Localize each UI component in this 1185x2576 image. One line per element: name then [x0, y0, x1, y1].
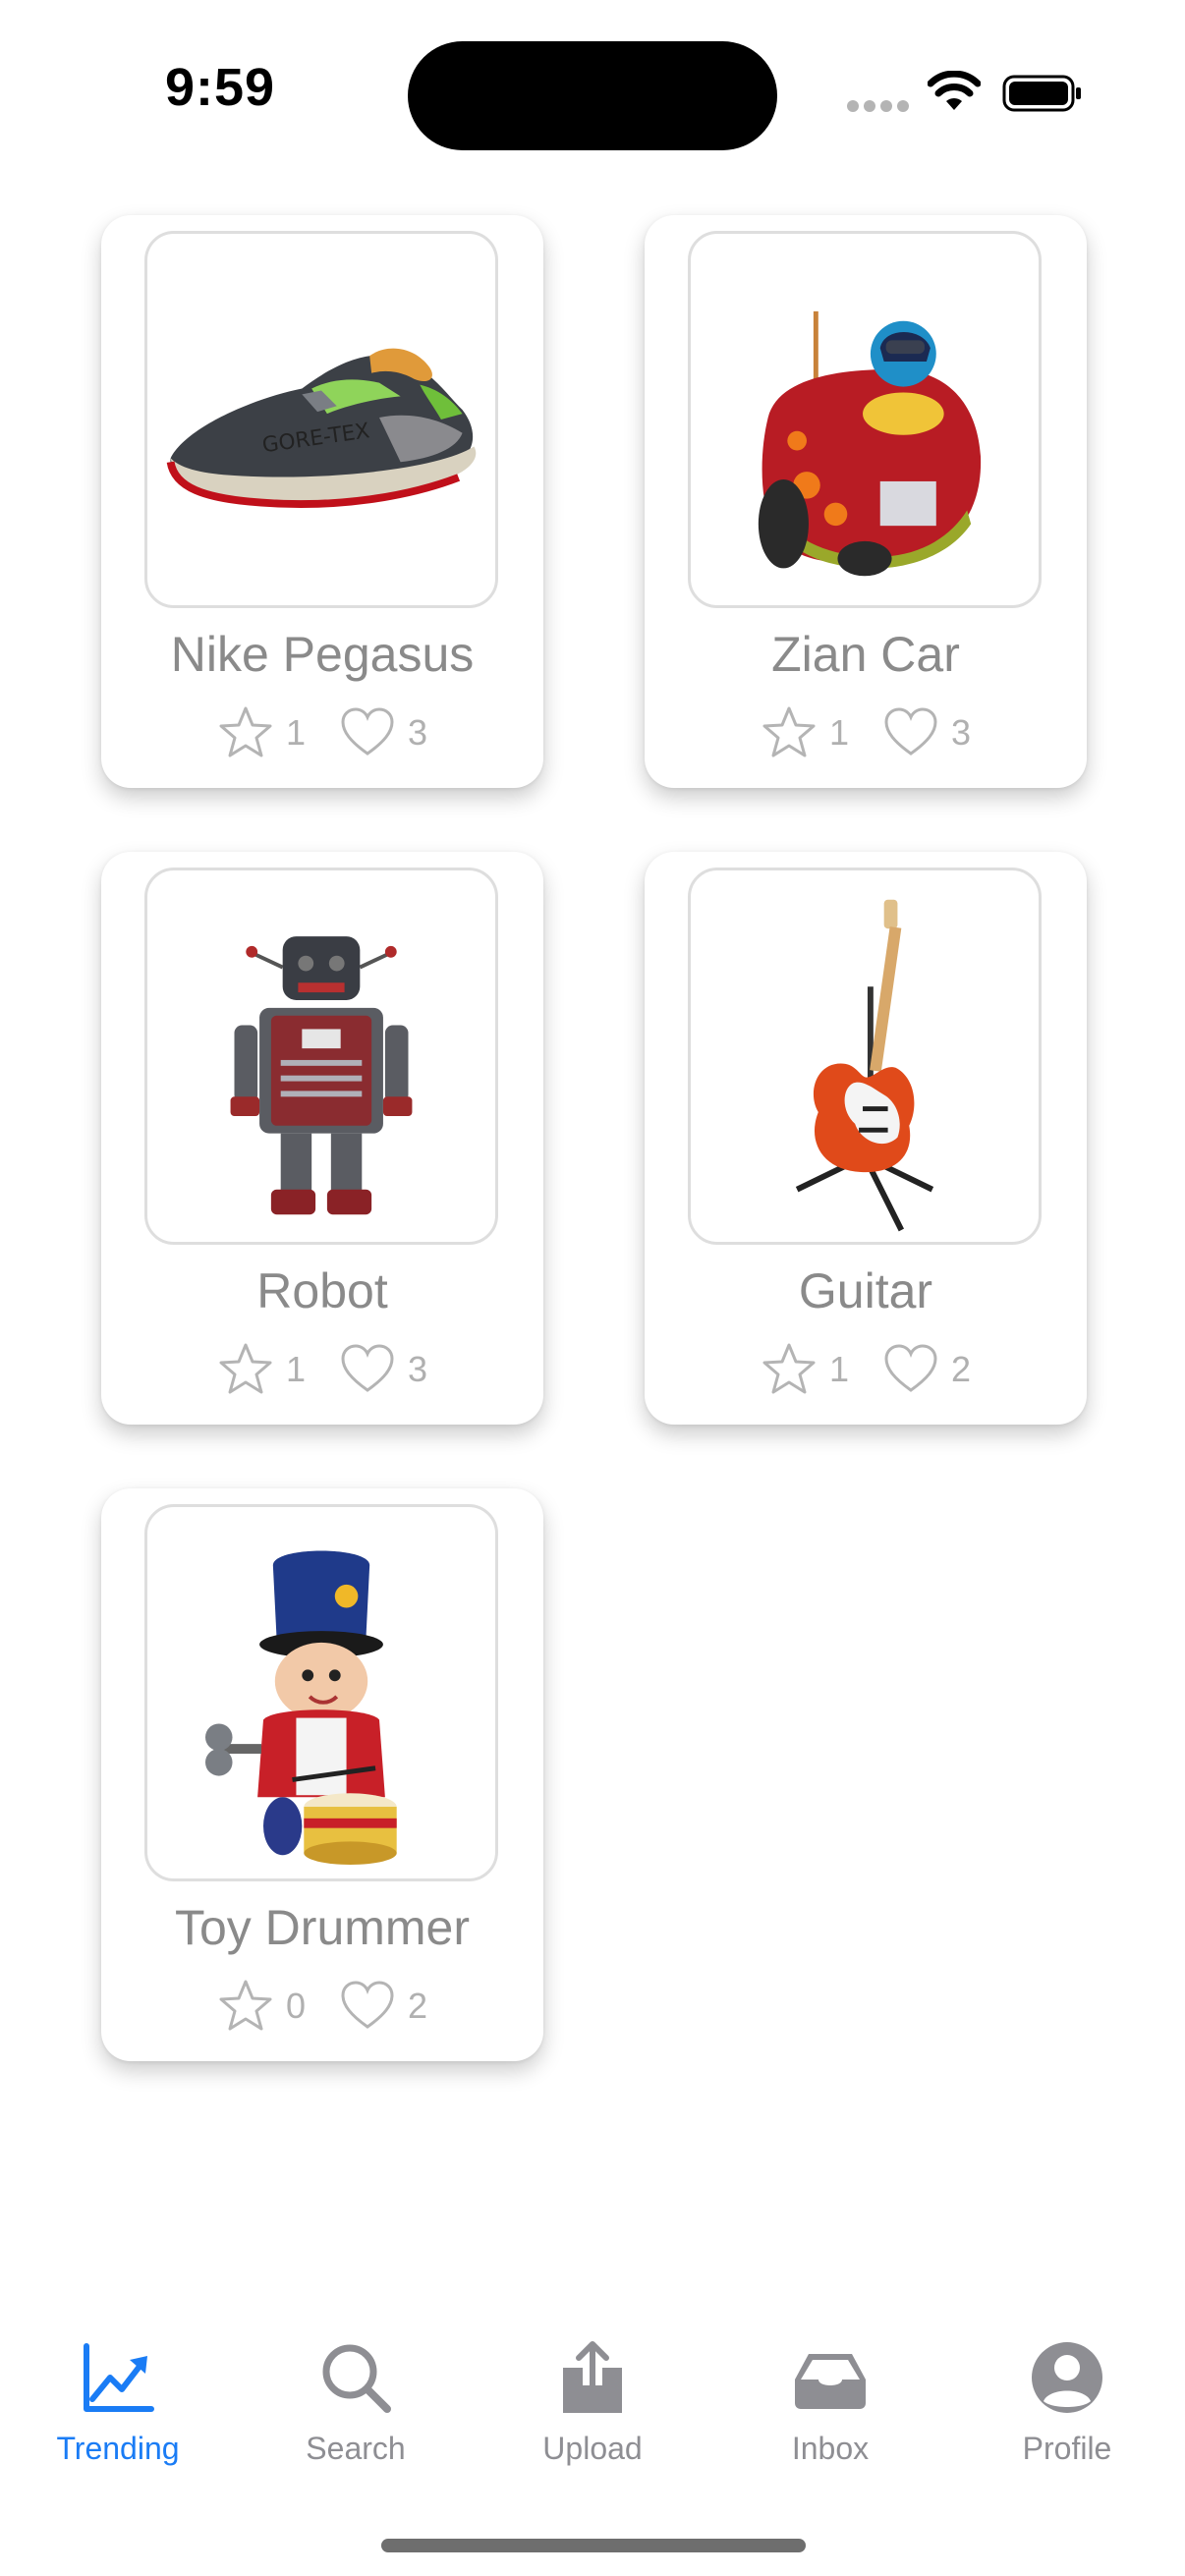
item-card-guitar[interactable]: Guitar 1 2: [645, 852, 1087, 1425]
star-icon: [219, 1980, 272, 2031]
item-stats: 1 3: [101, 1340, 543, 1399]
star-stat[interactable]: 0: [217, 1978, 339, 2035]
person-circle-icon: [1032, 2342, 1102, 2413]
like-stat[interactable]: 3: [882, 704, 971, 761]
item-card-robot[interactable]: Robot 1 3: [101, 852, 543, 1425]
like-stat[interactable]: 3: [339, 1341, 427, 1398]
robot-image: [230, 936, 413, 1215]
like-stat[interactable]: 2: [882, 1341, 971, 1398]
item-card-nike-pegasus[interactable]: GORE-TEX Nike Pegasus 1 3: [101, 215, 543, 788]
item-thumbnail: [144, 868, 498, 1245]
like-count: 2: [408, 1986, 428, 2026]
upload-icon: [563, 2341, 622, 2413]
like-stat[interactable]: 3: [339, 704, 427, 761]
like-count: 2: [951, 1349, 972, 1389]
star-stat[interactable]: 1: [761, 1341, 882, 1398]
dynamic-island: [408, 41, 777, 150]
like-count: 3: [408, 1349, 428, 1389]
star-count: 1: [828, 1349, 849, 1389]
home-indicator[interactable]: [381, 2539, 806, 2552]
trending-chart-icon: [84, 2343, 154, 2412]
tab-label: Search: [306, 2431, 406, 2466]
item-thumbnail: [688, 231, 1042, 608]
star-count: 1: [828, 712, 849, 753]
item-title: Nike Pegasus: [170, 627, 475, 682]
item-thumbnail: GORE-TEX: [144, 231, 498, 608]
like-count: 3: [408, 712, 428, 753]
item-title: Toy Drummer: [174, 1900, 471, 1955]
item-thumbnail: [688, 868, 1042, 1245]
sneaker-image: GORE-TEX: [166, 348, 477, 508]
star-count: 1: [285, 1349, 306, 1389]
cellular-signal-icon: [847, 100, 909, 112]
tab-label: Trending: [56, 2431, 180, 2466]
item-stats: 1 2: [645, 1340, 1087, 1399]
item-stats: 1 3: [101, 703, 543, 762]
item-title: Zian Car: [771, 627, 960, 682]
item-stats: 0 2: [101, 1977, 543, 2036]
magnifier-icon: [322, 2344, 391, 2413]
tab-bar: Trending Search Upload Inbox Profile: [0, 2338, 1185, 2486]
battery-icon: [1002, 75, 1081, 112]
wifi-icon: [928, 71, 981, 110]
status-time: 9:59: [165, 58, 276, 117]
item-thumbnail: [144, 1504, 498, 1881]
tab-trending[interactable]: Trending: [20, 2338, 216, 2486]
tab-label: Profile: [1022, 2431, 1112, 2466]
like-stat[interactable]: 2: [339, 1978, 427, 2035]
heart-icon: [884, 1344, 937, 1392]
star-stat[interactable]: 1: [217, 704, 339, 761]
item-card-toy-drummer[interactable]: Toy Drummer 0 2: [101, 1488, 543, 2061]
toy-drummer-image: [205, 1550, 397, 1866]
star-stat[interactable]: 1: [761, 704, 882, 761]
tab-profile[interactable]: Profile: [969, 2338, 1165, 2486]
heart-icon: [341, 1344, 394, 1392]
star-icon: [219, 1343, 272, 1394]
item-title: Robot: [256, 1263, 388, 1318]
heart-icon: [884, 707, 937, 756]
toy-car-image: [758, 310, 982, 577]
star-count: 1: [285, 712, 306, 753]
star-icon: [219, 706, 272, 757]
tab-search[interactable]: Search: [257, 2338, 454, 2486]
tab-upload[interactable]: Upload: [494, 2338, 691, 2486]
tab-inbox[interactable]: Inbox: [732, 2338, 929, 2486]
star-stat[interactable]: 1: [217, 1341, 339, 1398]
tab-label: Upload: [542, 2431, 643, 2466]
heart-icon: [341, 1981, 394, 2029]
star-icon: [762, 706, 816, 757]
star-count: 0: [285, 1986, 306, 2026]
guitar-image: [795, 899, 934, 1232]
star-icon: [762, 1343, 816, 1394]
item-stats: 1 3: [645, 703, 1087, 762]
item-card-zian-car[interactable]: Zian Car 1 3: [645, 215, 1087, 788]
inbox-tray-icon: [795, 2354, 866, 2409]
tab-label: Inbox: [791, 2431, 870, 2466]
heart-icon: [341, 707, 394, 756]
like-count: 3: [951, 712, 972, 753]
item-title: Guitar: [798, 1263, 933, 1318]
